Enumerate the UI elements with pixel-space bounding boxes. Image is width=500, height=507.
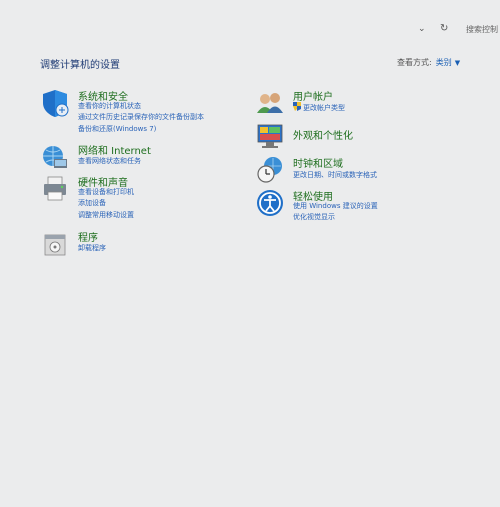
category-title[interactable]: 程序 [78,229,98,244]
refresh-icon[interactable]: ↻ [440,23,448,34]
uac-shield-icon [293,102,301,111]
view-by-label: 查看方式: [397,58,432,67]
link-recommended-settings[interactable]: 使用 Windows 建议的设置 [293,201,378,211]
link-optimize-display[interactable]: 优化视觉显示 [293,212,335,222]
chevron-down-icon[interactable]: ⌄ [418,24,426,34]
programs-icon [44,234,66,256]
category-title[interactable]: 用户帐户 [293,88,333,103]
link-file-history-backup[interactable]: 通过文件历史记录保存你的文件备份副本 [78,112,204,122]
page-title: 调整计算机的设置 [40,60,120,71]
link-mobility-settings[interactable]: 调整常用移动设置 [78,210,134,220]
link-change-date-time-format[interactable]: 更改日期、时间或数字格式 [293,170,377,180]
appearance-icon [257,124,283,148]
search-input[interactable]: 搜索控制 [466,24,498,35]
link-add-device[interactable]: 添加设备 [78,198,106,208]
view-by-dropdown[interactable]: 类别 [436,58,452,67]
printer-icon [44,176,66,201]
network-globe-icon [43,146,67,168]
dropdown-arrow-icon[interactable]: ▼ [455,59,460,67]
link-uninstall-program[interactable]: 卸载程序 [78,243,106,253]
ease-of-access-icon [257,190,283,216]
link-backup-restore[interactable]: 备份和还原(Windows 7) [78,124,156,134]
link-change-account-type[interactable]: 更改帐户类型 [303,103,345,113]
category-title[interactable]: 时钟和区域 [293,155,343,170]
clock-globe-icon [257,157,282,183]
link-network-status[interactable]: 查看网络状态和任务 [78,156,141,166]
users-icon [257,93,283,113]
link-devices-printers[interactable]: 查看设备和打印机 [78,187,134,197]
link-view-computer-status[interactable]: 查看你的计算机状态 [78,101,141,111]
shield-icon [43,90,69,117]
address-bar-area: ⌄ ↻ 搜索控制 [0,0,500,50]
view-by-control: 查看方式: 类别 ▼ [397,57,460,68]
category-title[interactable]: 外观和个性化 [293,127,353,142]
category-title[interactable]: 网络和 Internet [78,142,151,157]
